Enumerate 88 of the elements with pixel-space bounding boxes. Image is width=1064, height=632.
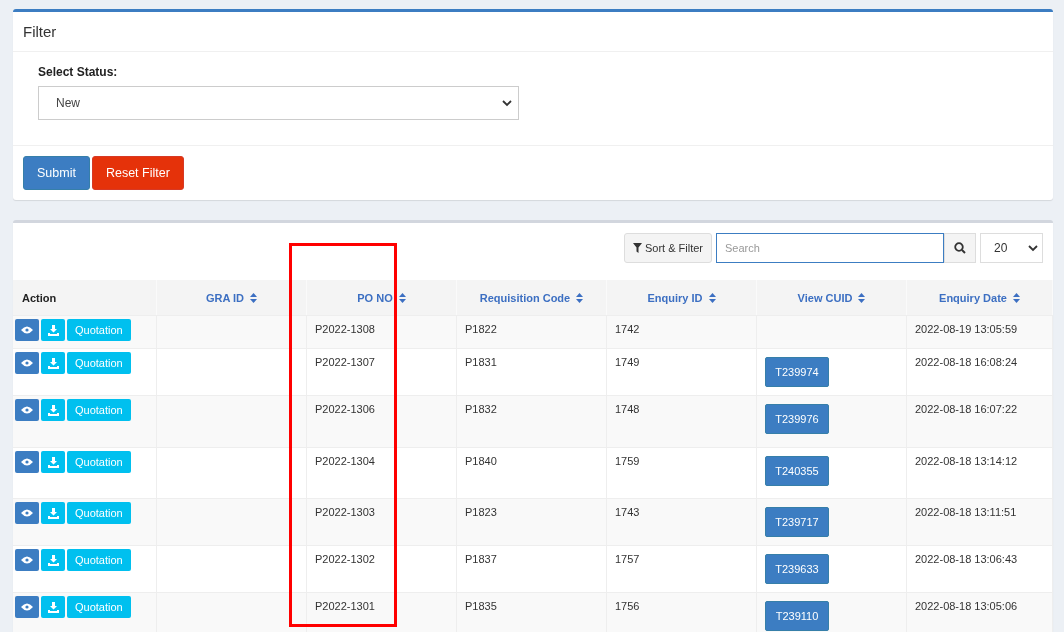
cuid-button[interactable]: T239717 [765,507,829,537]
cuid-button[interactable]: T240355 [765,456,829,486]
search-icon [954,242,966,254]
quotation-button[interactable]: Quotation [67,352,131,374]
status-label: Select Status: [38,65,119,79]
table-cell: 1748 [615,403,640,415]
table-cell: 1749 [615,356,640,368]
view-button[interactable] [15,451,39,473]
chevron-down-icon [1028,244,1038,252]
column-header[interactable]: Enquiry ID [607,280,757,315]
table-cell: 2022-08-18 13:14:12 [915,455,1018,467]
view-button[interactable] [15,399,39,421]
table-cell: 2022-08-19 13:05:59 [915,323,1018,335]
eye-icon [21,359,33,367]
table-cell: P2022-1304 [315,455,375,467]
sort-icon [398,292,406,303]
table-cell: P2022-1302 [315,553,375,565]
search-button[interactable] [944,233,976,263]
table-cell: 2022-08-18 13:11:51 [915,506,1017,518]
table-cell: 1756 [615,600,640,612]
table-cell: P2022-1308 [315,323,375,335]
column-header[interactable]: Enquiry Date [907,280,1053,315]
submit-button[interactable]: Submit [23,156,90,190]
search-field[interactable]: Search [716,233,944,263]
view-button[interactable] [15,319,39,341]
download-icon [47,507,59,519]
view-button[interactable] [15,549,39,571]
sort-icon [708,292,716,303]
table-cell: P1831 [465,356,497,368]
eye-icon [21,556,33,564]
sort-icon [1012,292,1020,303]
view-button[interactable] [15,352,39,374]
download-icon [47,554,59,566]
quotation-button[interactable]: Quotation [67,319,131,341]
status-select[interactable]: New [38,86,519,120]
table-cell: P2022-1301 [315,600,375,612]
table-cell: 1742 [615,323,640,335]
quotation-button[interactable]: Quotation [67,451,131,473]
table-cell: 2022-08-18 13:05:06 [915,600,1018,612]
cuid-button[interactable]: T239976 [765,404,829,434]
eye-icon [21,326,33,334]
table-cell: 1759 [615,455,640,467]
view-button[interactable] [15,502,39,524]
reset-button[interactable]: Reset Filter [91,156,184,190]
column-header[interactable]: View CUID [757,280,907,315]
quotation-button[interactable]: Quotation [67,549,131,571]
eye-icon [21,406,33,414]
table-cell: P1840 [465,455,497,467]
quotation-button[interactable]: Quotation [67,596,131,618]
download-icon [47,357,59,369]
column-header[interactable]: GRA ID [157,280,307,315]
column-header[interactable]: Requisition Code [457,280,607,315]
download-icon [47,404,59,416]
table-cell: 1743 [615,506,640,518]
quotation-button[interactable]: Quotation [67,399,131,421]
cuid-button[interactable]: T239110 [765,601,829,631]
table-cell: 2022-08-18 16:08:24 [915,356,1018,368]
download-icon [47,601,59,613]
table-cell: 2022-08-18 16:07:22 [915,403,1018,415]
panel-title: Filter [23,23,57,40]
cuid-button[interactable]: T239974 [765,357,829,387]
sort-icon [576,292,584,303]
eye-icon [21,603,33,611]
table-cell: P1835 [465,600,497,612]
download-icon [47,324,59,336]
table-cell: P1822 [465,323,497,335]
view-button[interactable] [15,596,39,618]
sort-icon [858,292,866,303]
table-cell: P1837 [465,553,497,565]
cuid-button[interactable]: T239633 [765,554,829,584]
table-cell: P2022-1307 [315,356,375,368]
column-header[interactable]: PO NO [307,280,457,315]
column-header: Action [13,280,157,315]
eye-icon [21,509,33,517]
chevron-down-icon [502,99,512,107]
sort-filter-button[interactable]: Sort & Filter [623,233,712,263]
table-cell: 1757 [615,553,640,565]
filter-icon [632,243,642,253]
sort-icon [250,292,258,303]
table-cell: 2022-08-18 13:06:43 [915,553,1018,565]
eye-icon [21,458,33,466]
table-cell: P1823 [465,506,497,518]
download-icon [47,456,59,468]
quotation-button[interactable]: Quotation [67,502,131,524]
table-cell: P2022-1306 [315,403,375,415]
table-cell: P2022-1303 [315,506,375,518]
page-size-select[interactable]: 20 [980,233,1043,263]
table-cell: P1832 [465,403,497,415]
